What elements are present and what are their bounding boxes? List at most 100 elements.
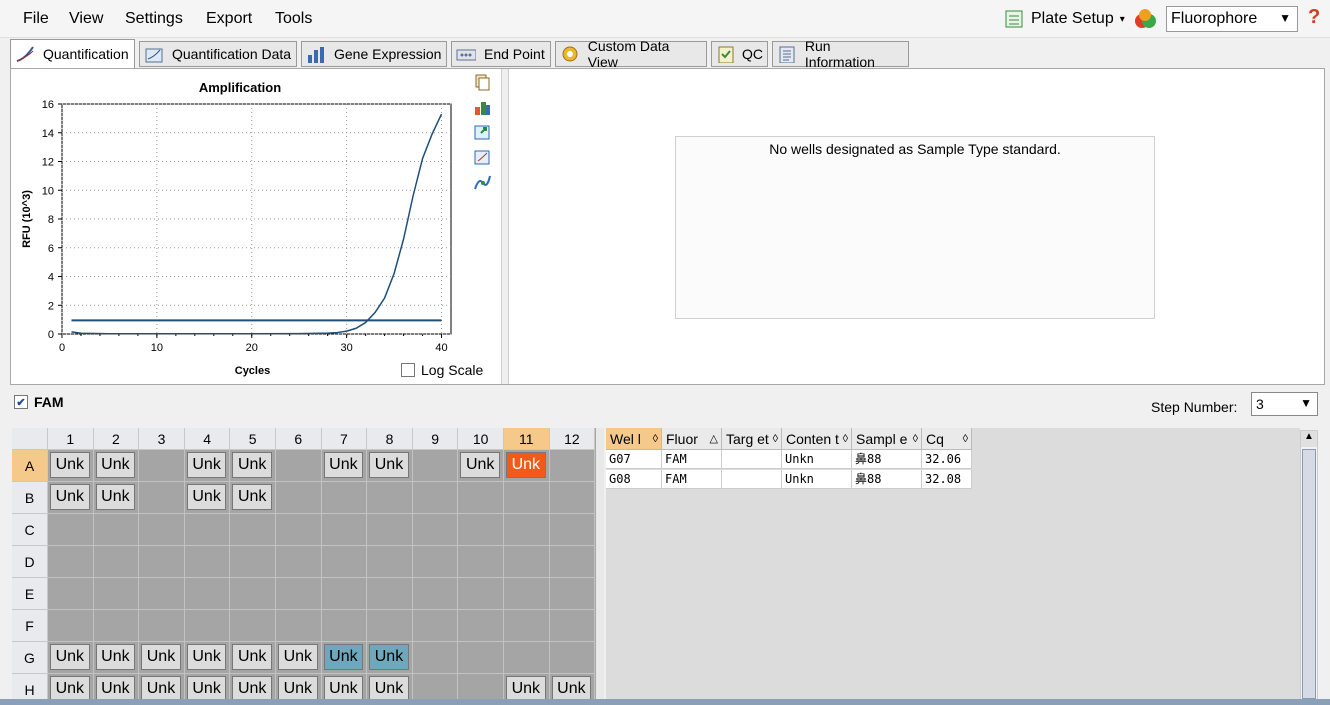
plate-cell[interactable]: [321, 514, 368, 546]
plate-cell[interactable]: [184, 546, 231, 578]
sort-icon[interactable]: ◊: [843, 428, 848, 449]
menu-tools[interactable]: Tools: [275, 10, 312, 28]
plate-cell[interactable]: [230, 610, 276, 642]
plate-cell[interactable]: [549, 482, 596, 514]
well-A4[interactable]: Unk: [186, 452, 227, 478]
plate-cell[interactable]: [139, 578, 185, 610]
plate-cell[interactable]: Unk: [321, 450, 368, 482]
plate-col-header[interactable]: 9: [412, 428, 459, 450]
plate-col-header[interactable]: 5: [230, 428, 276, 450]
plate-cell[interactable]: Unk: [93, 450, 140, 482]
export-image-icon[interactable]: [473, 123, 491, 141]
plate-cell[interactable]: [367, 610, 413, 642]
plate-cell[interactable]: [276, 610, 322, 642]
plate-cell[interactable]: Unk: [230, 450, 276, 482]
tab-run-information[interactable]: Run Information: [772, 38, 909, 70]
plate-row-header[interactable]: A: [12, 450, 48, 482]
plate-row-header[interactable]: D: [12, 546, 48, 578]
plate-cell[interactable]: [93, 610, 140, 642]
sort-icon[interactable]: ◊: [963, 428, 968, 449]
scroll-thumb[interactable]: [1302, 449, 1316, 699]
plate-cell[interactable]: [458, 514, 504, 546]
table-header-3[interactable]: Conten t ◊: [782, 428, 852, 450]
plate-cell[interactable]: [321, 610, 368, 642]
plate-cell[interactable]: Unk: [184, 642, 231, 674]
sort-icon[interactable]: ◊: [913, 428, 918, 449]
plate-cell[interactable]: [412, 610, 459, 642]
plate-corner[interactable]: [12, 428, 48, 450]
well-A7[interactable]: Unk: [323, 452, 364, 478]
well-G7[interactable]: Unk: [323, 644, 364, 670]
plate-cell[interactable]: [93, 546, 140, 578]
plate-row-header[interactable]: E: [12, 578, 48, 610]
plate-row-header[interactable]: B: [12, 482, 48, 514]
plate-cell[interactable]: [276, 514, 322, 546]
well-B5[interactable]: Unk: [232, 484, 272, 510]
well-G2[interactable]: Unk: [95, 644, 136, 670]
plate-cell[interactable]: [549, 450, 596, 482]
plate-col-header[interactable]: 7: [321, 428, 368, 450]
plate-row-header[interactable]: C: [12, 514, 48, 546]
menu-export[interactable]: Export: [206, 10, 252, 28]
plate-cell[interactable]: [93, 514, 140, 546]
plate-col-header[interactable]: 4: [184, 428, 231, 450]
table-header-4[interactable]: Sampl e ◊: [852, 428, 922, 450]
plate-cell[interactable]: [458, 546, 504, 578]
well-A8[interactable]: Unk: [369, 452, 409, 478]
table-header-1[interactable]: Fluor △: [662, 428, 722, 450]
plate-cell[interactable]: [184, 610, 231, 642]
well-B4[interactable]: Unk: [186, 484, 227, 510]
menu-view[interactable]: View: [69, 10, 103, 28]
plate-cell[interactable]: Unk: [93, 642, 140, 674]
plate-cell[interactable]: Unk: [504, 450, 550, 482]
plate-cell[interactable]: [458, 482, 504, 514]
table-cell[interactable]: [722, 470, 782, 489]
well-A1[interactable]: Unk: [50, 452, 90, 478]
well-A5[interactable]: Unk: [232, 452, 272, 478]
table-header-5[interactable]: Cq ◊: [922, 428, 972, 450]
tab-qc[interactable]: QC: [711, 41, 768, 67]
table-cell[interactable]: 鼻88: [852, 450, 922, 469]
plate-cell[interactable]: Unk: [230, 482, 276, 514]
table-cell[interactable]: 32.08: [922, 470, 972, 489]
plate-cell[interactable]: [549, 546, 596, 578]
plate-cell[interactable]: [412, 450, 459, 482]
plate-cell[interactable]: [321, 578, 368, 610]
fluorophore-select[interactable]: Fluorophore ▼: [1166, 6, 1298, 32]
well-B1[interactable]: Unk: [50, 484, 90, 510]
plate-cell[interactable]: Unk: [367, 642, 413, 674]
tab-quantification[interactable]: Quantification: [10, 39, 135, 68]
plate-cell[interactable]: Unk: [48, 642, 94, 674]
plate-cell[interactable]: Unk: [48, 450, 94, 482]
panel-splitter[interactable]: [501, 69, 509, 384]
plate-cell[interactable]: [458, 578, 504, 610]
plate-cell[interactable]: [367, 546, 413, 578]
plate-cell[interactable]: [367, 482, 413, 514]
plate-cell[interactable]: [412, 578, 459, 610]
plate-col-header[interactable]: 3: [139, 428, 185, 450]
plate-cell[interactable]: Unk: [93, 482, 140, 514]
plate-cell[interactable]: [458, 642, 504, 674]
plate-cell[interactable]: [367, 514, 413, 546]
table-cell[interactable]: FAM: [662, 470, 722, 489]
plate-cell[interactable]: [230, 514, 276, 546]
plate-row-header[interactable]: F: [12, 610, 48, 642]
plate-splitter[interactable]: [596, 428, 604, 705]
plate-col-header[interactable]: 2: [93, 428, 140, 450]
zoom-chart-icon[interactable]: [473, 148, 491, 166]
table-header-2[interactable]: Targ et ◊: [722, 428, 782, 450]
plate-cell[interactable]: [230, 546, 276, 578]
well-G1[interactable]: Unk: [50, 644, 90, 670]
plate-col-header[interactable]: 12: [549, 428, 596, 450]
table-cell[interactable]: 鼻88: [852, 470, 922, 489]
well-B2[interactable]: Unk: [95, 484, 136, 510]
plate-cell[interactable]: [139, 482, 185, 514]
table-header-0[interactable]: Wel l ◊: [606, 428, 662, 450]
plate-cell[interactable]: [184, 514, 231, 546]
menu-settings[interactable]: Settings: [125, 10, 183, 28]
plate-cell[interactable]: [549, 610, 596, 642]
plate-cell[interactable]: [276, 578, 322, 610]
checkbox-box[interactable]: [401, 363, 415, 377]
well-A2[interactable]: Unk: [95, 452, 136, 478]
plate-col-header[interactable]: 10: [458, 428, 504, 450]
